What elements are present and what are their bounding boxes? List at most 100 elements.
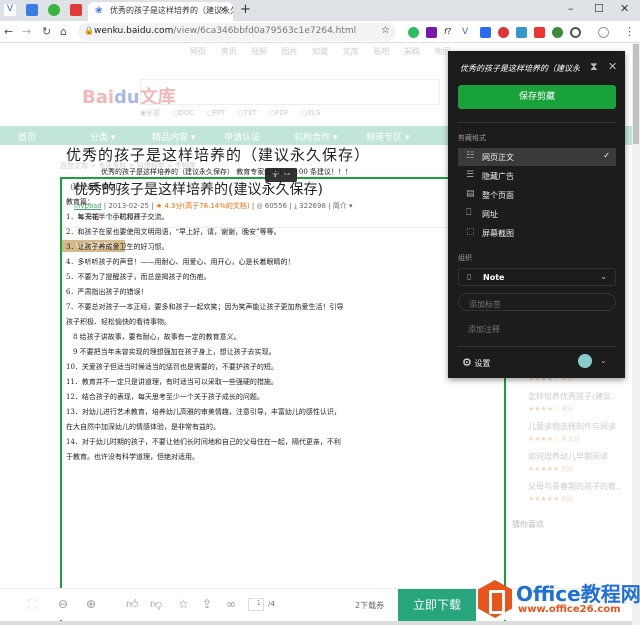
nav-premium[interactable]: 精品内容 ▾ [152,130,195,143]
lines-icon: ☰ [466,170,475,180]
tab-strip: V ❀ 优秀的孩子是这样培养的（建议永久保存） × + – ☐ ✕ [0,0,640,21]
tag-input[interactable] [458,293,616,311]
share-icon[interactable]: ⇪ [202,597,212,611]
scrollbar-thumb[interactable] [633,44,639,144]
evernote-extension-icon[interactable] [408,27,419,38]
web-clipper-panel: 优秀的孩子是这样培养的（建议永久保存） ⧗ ✕ 保存剪藏 剪藏格式 ☷ 网页正文 ✓… [448,51,625,378]
badge-extension-icon[interactable] [534,27,545,38]
profile-icon[interactable] [598,27,609,38]
thumbs-down-icon[interactable]: 👎︎ [150,597,162,612]
doc-line: 9 不要把当年未曾实现的理想强加在孩子身上，想让孩子去实现。 [66,348,276,356]
format-label: 剪藏格式 [458,134,486,142]
thumbs-up-icon[interactable]: 👍︎ [126,597,139,612]
zoom-in-icon[interactable]: ⊕ [86,597,96,611]
doc-line: （建议永久保存） [66,183,122,191]
format-label-text: 网址 [482,210,498,219]
doc-line: 6．严肃指出孩子的错误！ [66,288,148,296]
collapse-icon[interactable]: ⧗ [590,60,598,74]
related-item[interactable]: 怎样培养优秀孩子(建议.. ★★★★☆ 4分 [528,390,632,416]
forward-icon[interactable]: → [22,25,31,38]
doc-line: 14．对于幼儿时期的孩子，不要让他们长时间地和自己的父母住在一起，隔代更亲，不利 [66,438,341,446]
new-tab-button[interactable]: + [240,2,251,17]
chevron-down-icon: ⌄ [600,272,607,281]
formula-extension-icon[interactable]: f? [444,27,455,38]
vertical-scrollbar[interactable] [632,43,640,625]
format-url[interactable]: ⎕ 网址 [458,205,616,223]
format-label-text: 整个页面 [482,191,514,200]
doc-line: 7．不要总对孩子一本正经，要多和孩子一起欢笑；因为笑声能让孩子更加热爱生活！引导 [66,303,344,311]
nav-channels[interactable]: 频道专区 ▾ [366,130,409,143]
watermark-brand: Office教程网 [516,582,640,606]
tab-close-icon[interactable]: × [219,5,227,15]
menu-icon[interactable]: ⋮ [624,25,635,38]
article-icon: ☷ [466,151,475,161]
organize-label: 组织 [458,254,472,262]
pinned-tab-app-icon[interactable] [26,4,38,16]
v-extension-icon[interactable]: V [462,27,473,38]
format-full-page[interactable]: ▤ 整个页面 [458,186,616,204]
pinned-tab-vivaldi-icon[interactable]: V [4,4,16,16]
related-item[interactable]: 儿童读物选择制作与阅读 ★★★★☆ 4.1分 [528,420,632,446]
close-icon[interactable]: ✕ [608,60,617,73]
add-comment[interactable]: 添加注释 [468,324,500,335]
pinned-tab-wechat-icon[interactable] [48,4,60,16]
gear-icon: ⚙ [462,356,472,369]
baidu-top-nav[interactable]: 网页 资讯 视频 图片 知道 文库 贴吧 采购 地图 [190,46,450,57]
clip-title[interactable]: 优秀的孩子是这样培养的（建议永久保存） [460,63,580,74]
save-clip-button[interactable]: 保存剪藏 [458,85,616,109]
notebook-select[interactable]: ▯ Note ⌄ [458,268,616,286]
nav-certify[interactable]: 申请认证 [224,130,260,143]
settings-label: 设置 [474,359,491,368]
rating-score: 5分 [561,465,574,473]
bookmark-star-icon[interactable]: ☆ [381,25,390,36]
url-path: /view/6ca346bbfd0a79563c1e7264.html [173,26,357,36]
doc-line: 13．对幼儿进行艺术教育，培养幼儿高雅的审美情趣，注意引导，丰富幼儿的感性认识， [66,408,341,416]
rating-stars: ★★★★★ [528,495,560,503]
filetype-radios[interactable]: ◉全部 ○DOC ○PPT ○TXT ○PDF ○XLS [140,108,320,118]
home-icon[interactable]: ⌂ [60,25,67,38]
zoom-out-icon[interactable]: ⊖ [58,597,68,611]
close-window-icon[interactable]: ✕ [620,2,629,15]
search-input[interactable] [140,79,440,105]
red-extension-icon[interactable] [498,27,509,38]
format-screenshot[interactable]: ⬚ 屏幕截图 [458,224,616,242]
doc-line: 于教育。也许没有科学道理，但绝对适用。 [66,453,199,461]
download-button[interactable]: 立即下载 [398,589,476,621]
related-item[interactable]: 父母与青春期的孩子的教.. ★★★★★ 5分 [528,480,632,506]
coupon-cost: 2下载券 [355,601,385,610]
doc-line: 12．结合孩子的表现，每天思考至少一个关于孩子成长的问题。 [66,393,264,401]
p-extension-icon[interactable] [480,27,491,38]
globe-extension-icon[interactable] [552,27,563,38]
page-number-input[interactable]: 1 [248,598,264,611]
nav-partners[interactable]: 机构合作 ▾ [294,130,337,143]
settings-button[interactable]: ⚙ 设置 [462,356,490,369]
clock-extension-icon[interactable] [570,27,581,38]
reload-icon[interactable]: ↻ [42,25,51,38]
doc-line: 教育篇： [66,198,94,206]
blue-extension-icon[interactable] [516,27,527,38]
divider [458,122,616,123]
doc-line: 4．多听听孩子的声音！——用耐心、用爱心、用开心，心是长着眼睛的！ [66,258,295,266]
active-tab[interactable]: ❀ 优秀的孩子是这样培养的（建议永久保存） × [88,2,233,21]
address-bar[interactable]: 🔒 wenku.baidu.com/view/6ca346bbfd0a79563… [78,23,396,41]
onenote-extension-icon[interactable] [426,27,437,38]
related-item[interactable]: 如何培养幼儿早期阅读 ★★★★★ 5分 [528,450,632,476]
format-article[interactable]: ☷ 网页正文 ✓ [458,148,616,166]
account-chevron-icon[interactable]: ⌄ [600,356,607,365]
nav-home[interactable]: 首页 [18,130,36,143]
nav-category[interactable]: 分类 ▾ [90,130,115,143]
maximize-icon[interactable]: ☐ [594,2,604,15]
check-icon: ✓ [603,151,610,160]
back-icon[interactable]: ← [4,25,13,38]
related-title: 父母与青春期的孩子的教.. [528,482,622,491]
format-hide-ads[interactable]: ☰ 隐藏广告 [458,167,616,185]
avatar[interactable] [578,354,592,368]
minimize-icon[interactable]: – [568,2,574,15]
toolbar: ← → ↻ ⌂ 🔒 wenku.baidu.com/view/6ca346bbf… [0,21,640,43]
favorite-star-icon[interactable]: ☆ [178,597,189,611]
fullscreen-icon[interactable]: ⛶ [28,597,36,612]
notebook-icon: ▯ [467,272,472,281]
link-icon[interactable]: ∞ [226,597,236,611]
related-title: 儿童读物选择制作与阅读 [528,422,616,431]
pinned-tab-red-icon[interactable] [70,4,82,16]
